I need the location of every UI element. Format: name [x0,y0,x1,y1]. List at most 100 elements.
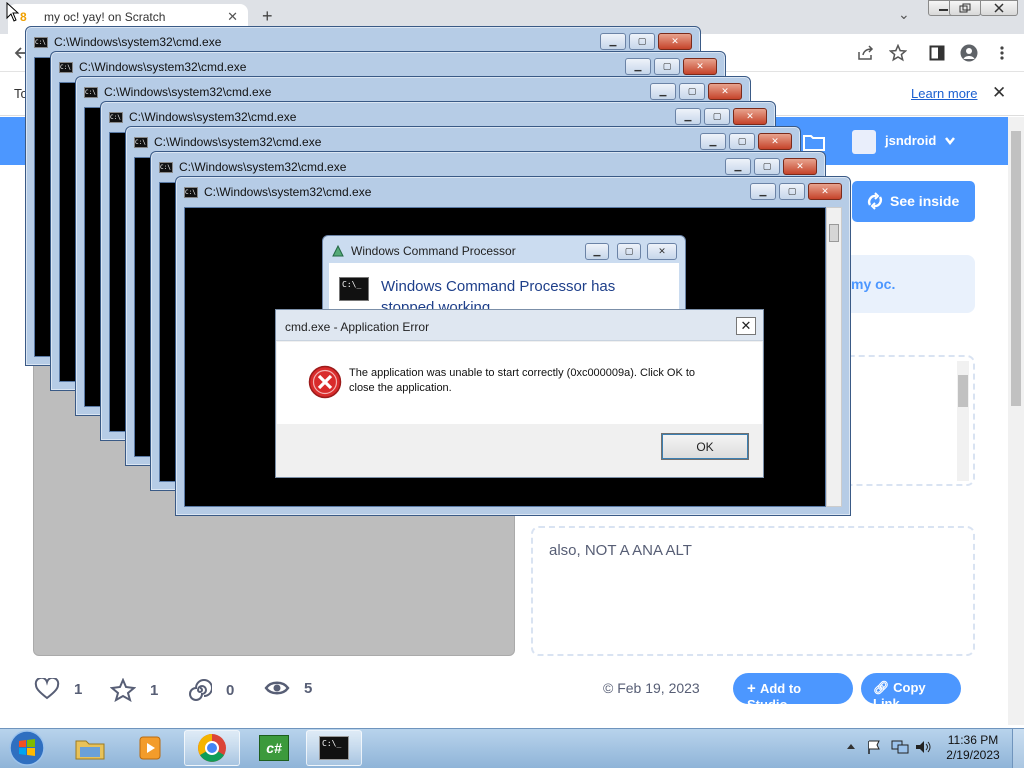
csharp-taskbar-button[interactable]: c# [246,730,302,766]
favorite-count: 1 [150,681,159,699]
chrome-icon [198,734,226,762]
mouse-cursor-icon [6,2,20,22]
minimize-button[interactable]: ▁ [625,58,651,75]
ok-button[interactable]: OK [661,433,749,460]
maximize-button[interactable]: ▢ [779,183,805,200]
my-stuff-folder-icon[interactable] [802,132,826,152]
new-tab-button[interactable]: + [262,6,273,27]
cmd-title: C:\ C:\Windows\system32\cmd.exe [159,160,347,174]
error-icon [308,365,342,399]
cmd-taskbar-button[interactable]: C:\_ [306,730,362,766]
star-icon [110,678,136,702]
favorite-stat[interactable]: 1 [110,678,158,702]
love-count: 1 [74,680,83,698]
instructions-text: my oc. [851,276,896,292]
share-date: © Feb 19, 2023 [603,680,700,696]
cmd-taskbar-icon: C:\_ [319,736,349,760]
error-message-line2: close the application. [349,382,452,394]
page-scrollbar[interactable] [1008,117,1024,725]
minimize-button[interactable]: ▁ [600,33,626,50]
maximize-button[interactable]: ▢ [754,158,780,175]
cmd-title: C:\ C:\Windows\system32\cmd.exe [109,110,297,124]
tab-list-icon[interactable]: ⌄ [898,6,910,23]
cmd-title: C:\ C:\Windows\system32\cmd.exe [134,135,322,149]
close-icon [994,3,1004,13]
media-player-icon [139,736,161,760]
maximize-button[interactable]: ▢ [729,133,755,150]
close-button[interactable]: ✕ [647,243,677,260]
close-browser-button[interactable] [980,0,1018,16]
see-inside-button[interactable]: See inside [852,181,975,222]
wcp-icon [331,244,345,258]
close-button[interactable]: ✕ [758,133,792,150]
minimize-button[interactable]: ▁ [675,108,701,125]
cmd-scrollbar[interactable] [826,207,842,507]
minimize-button[interactable]: ▁ [725,158,751,175]
action-center-flag-icon[interactable] [866,739,882,755]
cmd-icon: C:\ [59,61,73,73]
csharp-icon: c# [259,735,289,761]
start-button[interactable] [6,729,48,767]
spiral-icon [189,679,212,701]
wcp-dialog[interactable]: Windows Command Processor ▁ ▢ ✕ C:\_ Win… [322,235,686,316]
error-close-button[interactable]: ✕ [736,317,756,335]
side-panel-icon[interactable] [928,44,946,62]
scratch-favicon-icon: 8 [20,10,27,24]
copy-link-button[interactable]: 🔗︎ Copy Link [861,673,961,711]
cmd-title: C:\ C:\Windows\system32\cmd.exe [34,35,222,49]
error-titlebar: cmd.exe - Application Error ✕ [276,310,763,341]
maximize-button[interactable]: ▢ [654,58,680,75]
minimize-button[interactable]: ▁ [650,83,676,100]
wcp-title: Windows Command Processor [351,244,516,258]
heart-icon [34,678,60,700]
maximize-button[interactable]: ▢ [617,243,641,260]
minimize-button[interactable]: ▁ [585,243,609,260]
media-player-taskbar-button[interactable] [122,730,178,766]
bookmark-star-icon[interactable] [889,44,907,62]
cmd-icon: C:\ [134,136,148,148]
notes-textarea[interactable]: also, NOT A ANA ALT [531,526,975,656]
profile-icon[interactable] [960,44,978,62]
minimize-button[interactable]: ▁ [750,183,776,200]
maximize-button[interactable]: ▢ [679,83,705,100]
chrome-taskbar-button[interactable] [184,730,240,766]
close-button[interactable]: ✕ [658,33,692,50]
error-message-line1: The application was unable to start corr… [349,367,696,379]
eye-icon [264,681,290,695]
chevron-down-icon[interactable] [944,136,956,146]
close-button[interactable]: ✕ [733,108,767,125]
clock-time: 11:36 PM [947,733,999,747]
close-button[interactable]: ✕ [708,83,742,100]
see-inside-label: See inside [890,193,960,209]
close-button[interactable]: ✕ [808,183,842,200]
explorer-taskbar-button[interactable] [62,730,118,766]
close-button[interactable]: ✕ [683,58,717,75]
textarea-scrollbar[interactable] [957,361,969,481]
share-icon[interactable] [857,44,875,62]
menu-dots-icon[interactable] [993,44,1011,62]
add-to-studio-button[interactable]: + Add to Studio [733,673,853,712]
maximize-button[interactable]: ▢ [704,108,730,125]
minimize-button[interactable]: ▁ [700,133,726,150]
system-clock[interactable]: 11:36 PM 2/19/2023 [940,733,1006,763]
folder-icon [75,740,105,760]
maximize-button[interactable]: ▢ [629,33,655,50]
avatar[interactable] [852,130,876,154]
show-desktop-button[interactable] [1012,729,1024,768]
restore-browser-button[interactable] [949,0,981,16]
view-count: 5 [304,679,313,697]
volume-icon[interactable] [914,739,932,755]
love-stat[interactable]: 1 [34,678,82,700]
network-icon[interactable] [891,739,909,755]
info-bar-close-icon[interactable]: ✕ [992,83,1006,103]
cmd-icon: C:\ [84,86,98,98]
error-content: The application was unable to start corr… [277,342,762,424]
link-icon: 🔗︎ [873,680,894,695]
cmd-app-icon: C:\_ [339,277,369,301]
cmd-title: C:\ C:\Windows\system32\cmd.exe [184,185,372,199]
username[interactable]: jsndroid [885,133,936,148]
remix-stat: 0 [188,678,234,702]
show-hidden-icons-icon[interactable] [846,742,856,750]
close-button[interactable]: ✕ [783,158,817,175]
learn-more-link[interactable]: Learn more [911,86,977,101]
